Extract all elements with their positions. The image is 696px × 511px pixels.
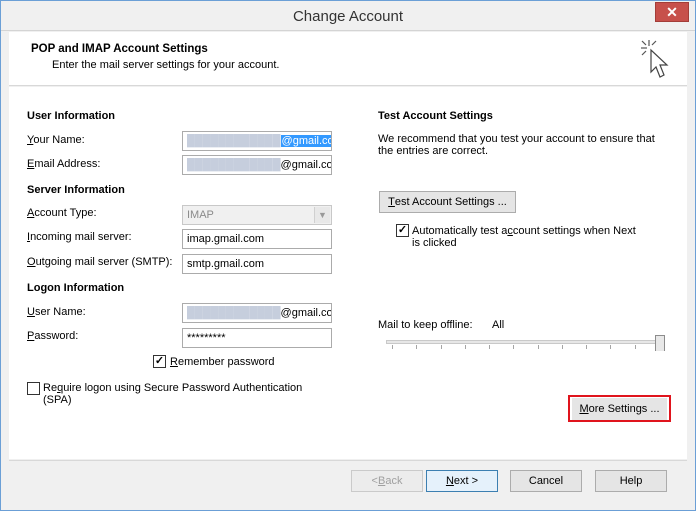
account-type-value: IMAP	[187, 209, 214, 221]
window-title: Change Account	[292, 8, 404, 25]
blurred-email: ████████████	[187, 159, 281, 171]
test-desc-line1: We recommend that you test your account …	[378, 133, 655, 145]
remember-password-checkbox[interactable]: ✓	[153, 355, 166, 368]
name-domain-text: @gmail.com	[280, 135, 331, 147]
user-domain-text: @gmail.com	[280, 307, 331, 319]
slider-tick	[489, 345, 491, 349]
outgoing-server-input[interactable]: smtp.gmail.com	[182, 254, 332, 274]
offline-slider-thumb[interactable]	[655, 335, 665, 351]
server-info-heading: Server Information	[27, 184, 125, 196]
your-name-input[interactable]: ████████████@gmail.com	[182, 131, 332, 151]
back-button[interactable]: < Back	[351, 470, 423, 492]
email-address-label: Email Address:	[27, 158, 101, 170]
your-name-label: Your Name:	[27, 134, 85, 146]
test-account-settings-button[interactable]: Test Account Settings ...	[379, 191, 516, 213]
user-name-label: User Name:	[27, 306, 86, 318]
slider-tick	[392, 345, 393, 349]
help-button[interactable]: Help	[595, 470, 667, 492]
next-button[interactable]: Next >	[426, 470, 498, 492]
email-address-input[interactable]: ████████████@gmail.com	[182, 155, 332, 175]
title-bar: Change Account ✕	[1, 1, 695, 31]
cancel-button[interactable]: Cancel	[510, 470, 582, 492]
footer-separator	[9, 460, 687, 461]
cursor-click-icon	[641, 40, 669, 78]
change-account-dialog: Change Account ✕ POP and IMAP Account Se…	[0, 0, 696, 511]
slider-tick	[464, 345, 466, 349]
logon-info-heading: Logon Information	[27, 282, 125, 294]
header-band: POP and IMAP Account Settings Enter the …	[9, 32, 687, 86]
settings-content: User Information Your Name: ████████████…	[9, 87, 687, 459]
remember-password-label: Remember password	[170, 356, 275, 368]
chevron-down-icon: ▼	[314, 207, 330, 223]
auto-test-checkbox[interactable]: ✓	[396, 224, 409, 237]
more-settings-button[interactable]: More Settings ...	[572, 398, 667, 420]
offline-slider-track[interactable]	[386, 340, 665, 344]
spa-checkbox[interactable]	[27, 382, 40, 395]
password-label: Password:	[27, 330, 79, 342]
slider-tick	[561, 345, 563, 349]
slider-tick	[634, 345, 636, 349]
account-type-label: Account Type:	[27, 207, 97, 219]
spa-label-line1: Require logon using Secure Password Auth…	[43, 382, 303, 394]
outgoing-server-label: Outgoing mail server (SMTP):	[27, 256, 173, 268]
close-button[interactable]: ✕	[655, 2, 689, 22]
offline-label: Mail to keep offline:	[378, 319, 473, 331]
header-subtitle: Enter the mail server settings for your …	[52, 59, 280, 71]
header-title: POP and IMAP Account Settings	[31, 43, 208, 55]
slider-tick	[440, 345, 442, 349]
email-domain-text: @gmail.com	[280, 159, 331, 171]
slider-tick	[537, 345, 539, 349]
password-input[interactable]: *********	[182, 328, 332, 348]
account-type-select: IMAP ▼	[182, 205, 332, 225]
slider-tick	[610, 345, 612, 349]
blurred-user: ████████████	[187, 307, 281, 319]
test-desc-line2: the entries are correct.	[378, 145, 489, 157]
spa-label-line2: (SPA)	[43, 394, 72, 406]
incoming-server-input[interactable]: imap.gmail.com	[182, 229, 332, 249]
slider-tick	[513, 345, 515, 349]
blurred-name: ████████████	[187, 135, 281, 147]
slider-tick	[586, 345, 588, 349]
incoming-server-label: Incoming mail server:	[27, 231, 132, 243]
auto-test-line1: Automatically test account settings when…	[412, 225, 636, 237]
user-info-heading: User Information	[27, 110, 116, 122]
auto-test-line2: is clicked	[412, 237, 457, 249]
offline-value: All	[492, 319, 505, 331]
user-name-input[interactable]: ████████████@gmail.com	[182, 303, 332, 323]
slider-tick	[416, 345, 418, 349]
auto-test-label: Automatically test account settings when…	[412, 225, 636, 249]
test-settings-heading: Test Account Settings	[378, 110, 493, 122]
test-settings-description: We recommend that you test your account …	[378, 133, 655, 157]
spa-label: Require logon using Secure Password Auth…	[43, 382, 302, 406]
